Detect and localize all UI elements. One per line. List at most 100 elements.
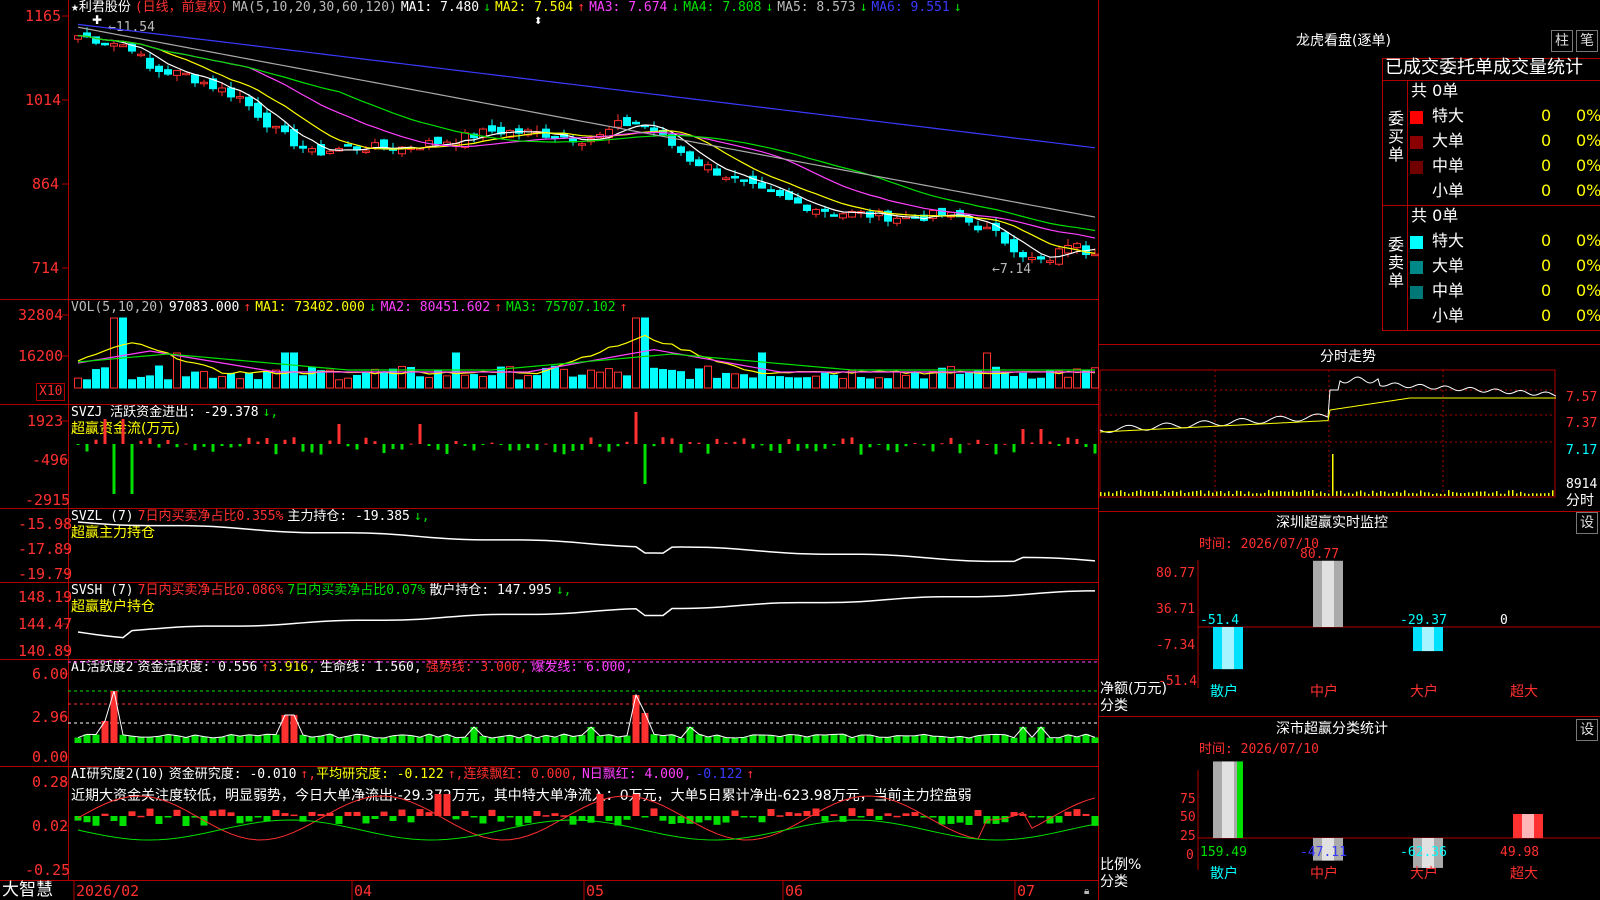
volume-bar — [110, 317, 118, 389]
sz-settings-button[interactable]: 设 — [1576, 512, 1598, 534]
research-bar — [1064, 811, 1072, 816]
flow-bar — [265, 438, 269, 444]
volume-bar — [929, 371, 937, 389]
intraday-vol-bar — [1148, 492, 1150, 496]
bar-view-button[interactable]: 柱 — [1551, 30, 1573, 52]
sell-row-v: 0 — [1541, 281, 1552, 300]
ss-settings-button[interactable]: 设 — [1576, 719, 1598, 741]
flow-bar — [1066, 437, 1070, 444]
flow-bar — [553, 444, 557, 453]
flow-bar — [598, 444, 602, 447]
intraday-vol-bar — [1460, 493, 1462, 496]
candle-body — [308, 148, 316, 153]
activity-bar — [623, 735, 631, 743]
candlestick-chart[interactable] — [68, 0, 1099, 299]
activity-bar — [605, 734, 613, 743]
research-chart[interactable] — [68, 766, 1099, 880]
category-label: 大户 — [1410, 683, 1438, 700]
volume-bar — [1028, 378, 1036, 389]
volume-bar — [74, 377, 82, 389]
candle-body — [164, 69, 172, 75]
intraday-vol-bar — [1416, 493, 1418, 496]
intraday-vol-bar — [1444, 493, 1446, 496]
activity-bar — [398, 734, 406, 743]
research-bar — [110, 816, 118, 821]
research-bar — [1055, 816, 1063, 823]
main-holding-chart[interactable] — [68, 508, 1098, 582]
flow-bar — [409, 443, 413, 445]
volume-bar — [866, 378, 874, 389]
candle-body — [839, 213, 847, 219]
candle-body — [137, 53, 145, 57]
intraday-vol-bar — [1308, 491, 1310, 496]
tick-view-button[interactable]: 笔 — [1576, 30, 1598, 52]
lock-icon[interactable]: 🔒︎ — [1084, 884, 1089, 900]
intraday-vol-bar — [1520, 491, 1522, 496]
brand-logo[interactable]: 大智慧 — [2, 881, 53, 900]
flow-bar — [319, 444, 323, 455]
flow-bar — [103, 419, 107, 444]
research-bar — [956, 816, 964, 823]
sell-row-swatch — [1410, 286, 1423, 299]
category-value: -29.37 — [1400, 613, 1447, 628]
ma30-line — [77, 35, 1096, 232]
research-bar — [371, 816, 379, 819]
volume-bar — [182, 376, 190, 389]
intraday-vol-bar — [1456, 492, 1458, 496]
intraday-vol-bar — [1188, 492, 1190, 496]
buy-row-name: 小单 — [1432, 181, 1465, 200]
candle-body — [1019, 252, 1027, 258]
intraday-vol-bar — [1424, 492, 1426, 496]
intraday-chart[interactable] — [1099, 369, 1558, 510]
flow-bar — [85, 444, 89, 452]
research-bar — [551, 813, 559, 816]
volume-bar — [776, 376, 784, 389]
intraday-vol-bar — [1256, 493, 1258, 496]
activity-bar — [209, 737, 217, 743]
flow-bar — [1039, 429, 1043, 444]
research-bar — [848, 808, 856, 816]
ma5-line — [77, 35, 1096, 258]
intraday-vol-bar — [1400, 492, 1402, 496]
volume-chart[interactable] — [68, 300, 1099, 404]
activity-bar — [632, 695, 640, 743]
activity-bar — [749, 734, 757, 743]
candle-body — [245, 96, 253, 107]
candle-body — [119, 44, 127, 48]
fund-flow-chart[interactable] — [68, 404, 1098, 508]
volume-bar — [533, 375, 541, 389]
ma20-line — [77, 35, 1096, 239]
candle-body — [830, 214, 838, 217]
research-bar — [668, 816, 676, 824]
research-bar — [308, 811, 316, 816]
research-bar — [659, 816, 667, 821]
intraday-vol-bar — [1468, 492, 1470, 496]
research-bar — [821, 816, 829, 822]
flow-bar — [625, 441, 629, 444]
volume-bar — [461, 374, 469, 389]
candle-body — [578, 143, 586, 146]
intraday-vol-bar — [1448, 490, 1450, 496]
volume-bar — [92, 369, 100, 389]
flow-bar — [1012, 444, 1016, 453]
research-bar — [137, 815, 145, 818]
research-bar — [533, 810, 541, 816]
flow-bar — [355, 444, 359, 450]
candle-body — [632, 121, 640, 125]
activity-chart[interactable] — [68, 659, 1099, 766]
intraday-vol-bar — [1272, 491, 1274, 496]
intraday-vol-bar — [1224, 493, 1226, 496]
activity-bar — [578, 735, 586, 743]
intraday-vol-bar — [1384, 491, 1386, 496]
activity-bar — [434, 737, 442, 743]
activity-bar — [722, 737, 730, 743]
volume-bar — [659, 369, 667, 389]
activity-bar — [803, 736, 811, 743]
flow-bar — [463, 444, 467, 446]
volume-bar — [236, 378, 244, 389]
volume-bar — [911, 372, 919, 389]
buy-row-name: 中单 — [1432, 156, 1465, 175]
research-bar — [335, 816, 343, 824]
retail-holding-chart[interactable] — [68, 582, 1098, 659]
activity-bar — [164, 734, 172, 743]
